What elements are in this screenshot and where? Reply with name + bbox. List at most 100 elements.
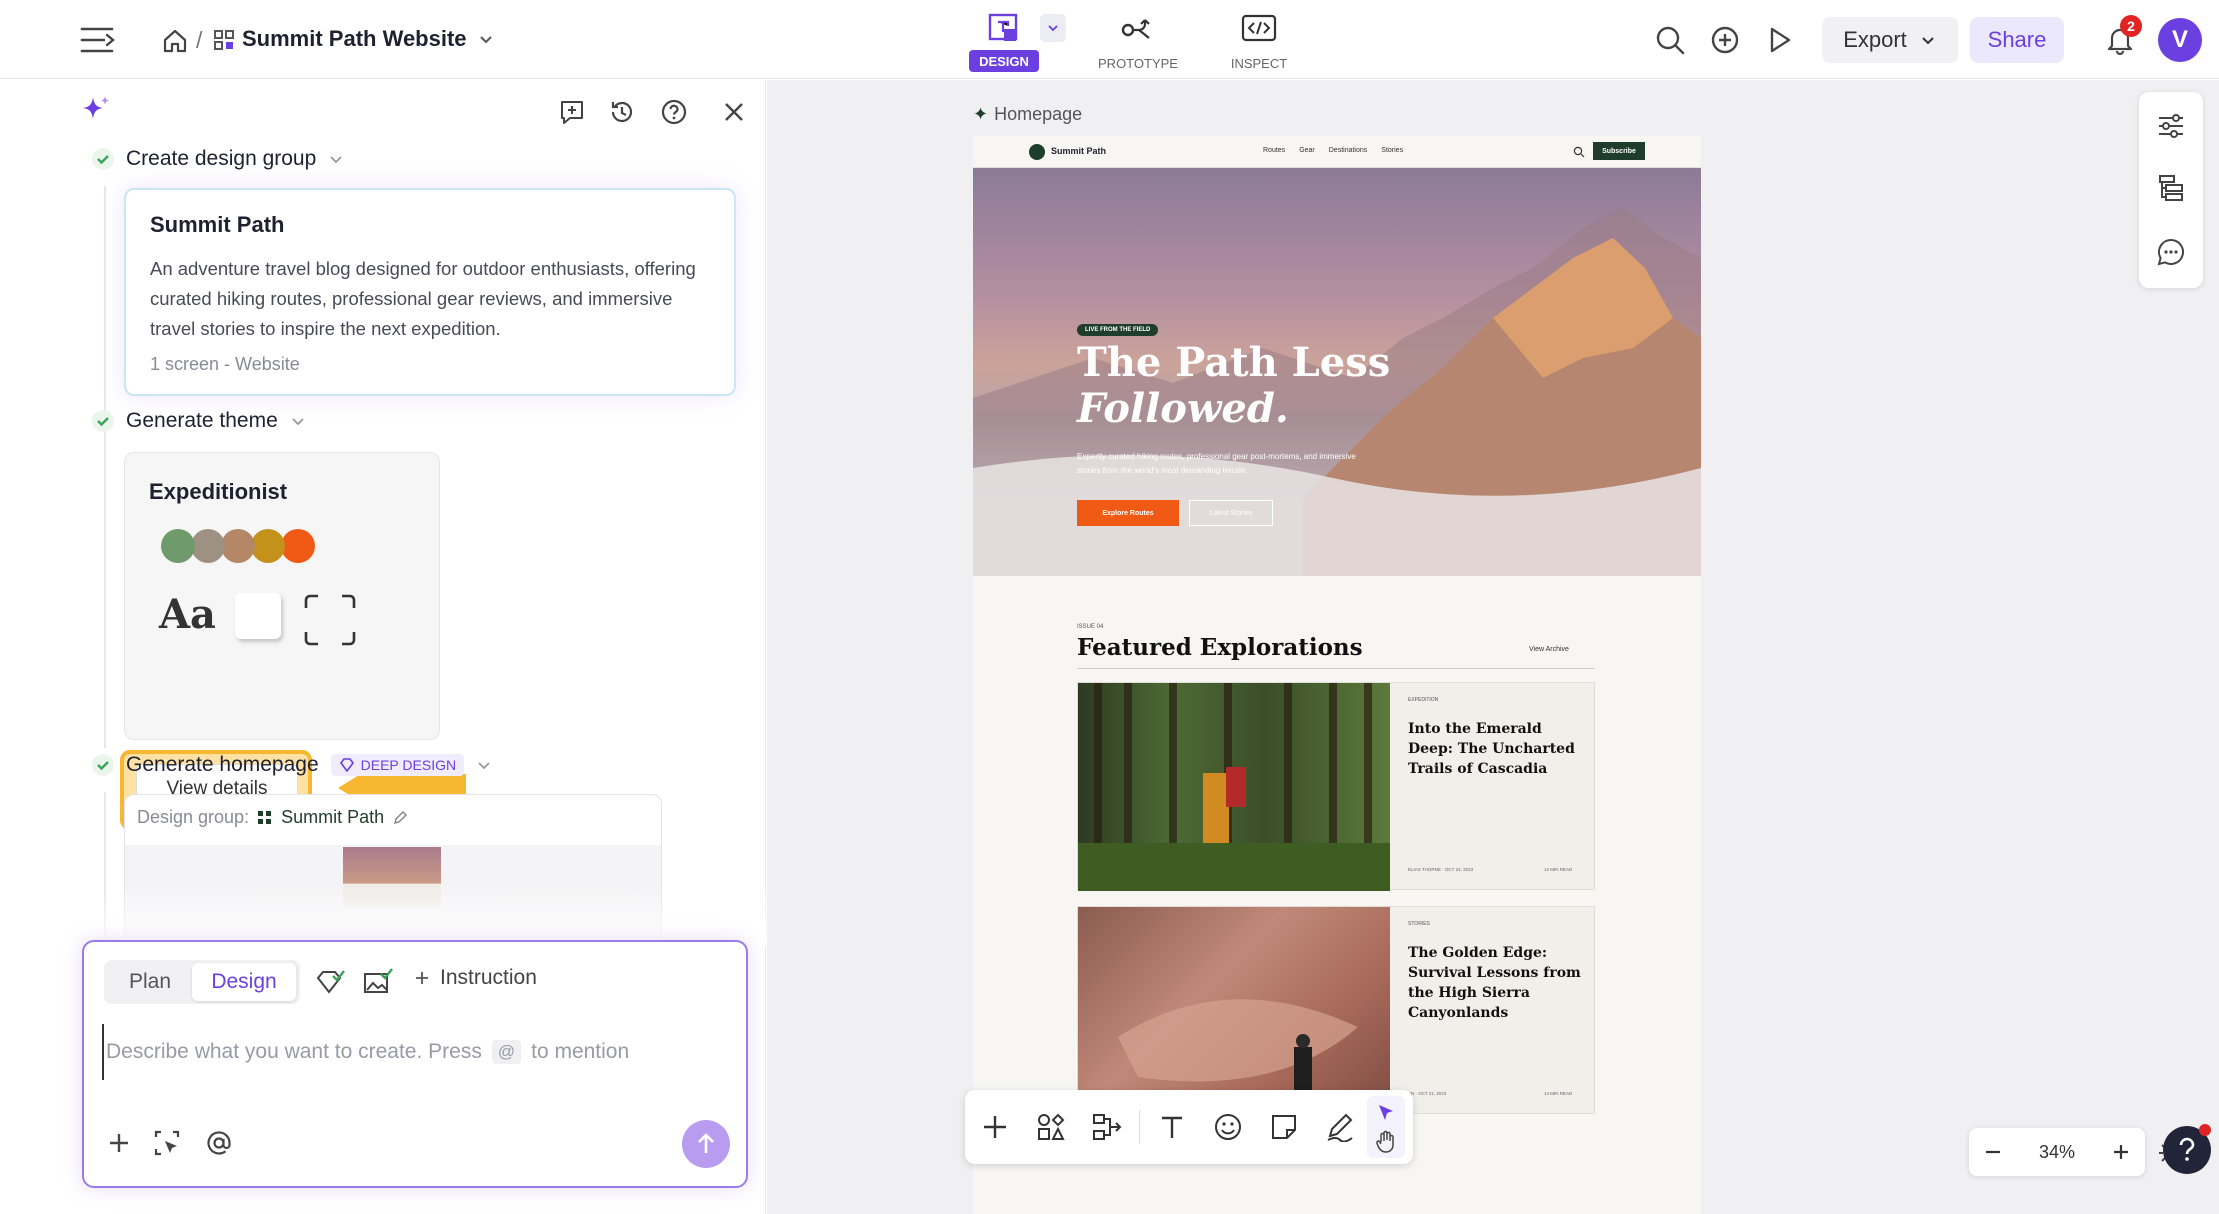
site-nav-link[interactable]: Destinations — [1329, 147, 1368, 154]
at-key-hint: @ — [491, 1040, 522, 1064]
diamond-icon — [339, 758, 354, 772]
new-chat-icon[interactable] — [556, 96, 588, 128]
mention-icon[interactable] — [202, 1126, 236, 1160]
design-group-card[interactable]: Summit Path An adventure travel blog des… — [124, 188, 736, 396]
mode-design-label: DESIGN — [969, 50, 1039, 72]
play-icon[interactable] — [1762, 22, 1798, 58]
design-group-prefix: Design group: — [137, 807, 250, 827]
send-button[interactable] — [682, 1120, 730, 1168]
image-check-icon[interactable] — [362, 966, 394, 998]
zoom-level[interactable]: 34% — [2039, 1142, 2075, 1163]
instruction-button[interactable]: Instruction — [414, 966, 537, 990]
composer: Plan Design Instruction Describe what yo… — [82, 940, 748, 1188]
theme-card[interactable]: Expeditionist Aa — [124, 452, 440, 740]
help-icon[interactable] — [658, 96, 690, 128]
text-tool-icon[interactable] — [1148, 1103, 1196, 1151]
edit-icon[interactable] — [392, 810, 408, 826]
site-subscribe-button[interactable]: Subscribe — [1593, 142, 1645, 160]
view-archive-link[interactable]: View Archive — [1529, 646, 1569, 653]
site-logo-icon — [1029, 144, 1045, 160]
mode-prototype[interactable]: PROTOTYPE — [1090, 8, 1186, 74]
fade-overlay — [0, 886, 766, 946]
design-group-name: Summit Path — [281, 807, 385, 827]
hand-icon[interactable] — [1375, 1130, 1397, 1154]
site-nav-link[interactable]: Gear — [1299, 147, 1315, 154]
article-read-time: 14 MIN READ — [1544, 1091, 1573, 1096]
pointer-icon[interactable] — [1375, 1102, 1397, 1124]
help-alert-dot — [2199, 1124, 2211, 1136]
step-create-group[interactable]: Create design group — [92, 147, 344, 171]
group-meta: 1 screen - Website — [150, 354, 300, 374]
project-selector[interactable]: Summit Path Website — [242, 26, 495, 52]
step-generate-homepage[interactable]: Generate homepage DEEP DESIGN — [92, 753, 492, 777]
article-title: The Golden Edge: Survival Lessons from t… — [1408, 945, 1581, 1021]
export-button[interactable]: Export — [1822, 17, 1958, 63]
close-icon[interactable] — [718, 96, 750, 128]
color-swatches — [161, 529, 315, 563]
sticky-note-icon[interactable] — [1260, 1103, 1308, 1151]
color-swatch — [251, 529, 285, 563]
frame-label[interactable]: ✦ Homepage — [973, 104, 1082, 125]
zoom-in-icon[interactable] — [2111, 1142, 2131, 1162]
pen-icon[interactable] — [1316, 1103, 1364, 1151]
tab-design[interactable]: Design — [192, 963, 296, 1001]
step-label: Generate theme — [126, 409, 278, 432]
design-mode-dropdown[interactable] — [1040, 14, 1066, 42]
step-generate-theme[interactable]: Generate theme — [92, 409, 306, 433]
emoji-icon[interactable] — [1204, 1103, 1252, 1151]
comment-icon[interactable] — [2153, 234, 2189, 270]
home-icon[interactable] — [158, 24, 192, 58]
mode-prototype-label: PROTOTYPE — [1098, 56, 1178, 71]
sparkle-icon — [78, 92, 114, 128]
frame-title: Homepage — [994, 104, 1083, 124]
cta-explore-routes[interactable]: Explore Routes — [1077, 500, 1179, 526]
share-button[interactable]: Share — [1970, 17, 2064, 63]
zoom-out-icon[interactable] — [1983, 1142, 2003, 1162]
hero-title-1: The Path Less — [1077, 339, 1391, 386]
check-icon — [92, 410, 114, 432]
site-nav-link[interactable]: Stories — [1381, 147, 1403, 154]
cta-latest-stories[interactable]: Latest Stories — [1189, 500, 1273, 526]
design-canvas[interactable]: ✦ Homepage Summit Path Routes Gear Destina… — [767, 80, 2219, 1214]
site-nav-links: Routes Gear Destinations Stories — [1263, 147, 1403, 154]
site-nav-link[interactable]: Routes — [1263, 147, 1285, 154]
step-label: Create design group — [126, 147, 317, 170]
right-rail — [2139, 92, 2203, 288]
article-card[interactable]: EXPEDITION Into the Emerald Deep: The Un… — [1077, 682, 1595, 891]
site-search-icon[interactable] — [1573, 146, 1585, 158]
menu-icon[interactable] — [78, 20, 118, 60]
check-icon — [92, 754, 114, 776]
notification-badge: 2 — [2120, 15, 2142, 37]
chevron-down-icon — [479, 36, 492, 44]
article-read-time: 12 MIN READ — [1544, 867, 1573, 872]
gem-check-icon[interactable] — [314, 966, 346, 998]
surface-sample — [235, 593, 281, 639]
adjustments-icon[interactable] — [2153, 108, 2189, 144]
grid-icon — [258, 810, 272, 824]
article-tag: EXPEDITION — [1408, 697, 1439, 703]
prompt-input[interactable]: Describe what you want to create. Press … — [102, 1024, 732, 1080]
homepage-frame[interactable]: Summit Path Routes Gear Destinations Storie… — [973, 136, 1701, 1214]
select-element-icon[interactable] — [150, 1126, 184, 1160]
mode-design[interactable]: DESIGN — [966, 8, 1042, 74]
components-icon[interactable] — [1027, 1103, 1075, 1151]
color-swatch — [221, 529, 255, 563]
placeholder-text-end: to mention — [531, 1040, 630, 1063]
layers-icon[interactable] — [2153, 170, 2189, 206]
featured-title: Featured Explorations — [1077, 634, 1363, 661]
add-icon[interactable] — [971, 1103, 1019, 1151]
badge-label: DEEP DESIGN — [360, 757, 457, 773]
tab-plan[interactable]: Plan — [110, 963, 190, 1001]
article-title: Into the Emerald Deep: The Uncharted Tra… — [1408, 721, 1575, 777]
site-brand[interactable]: Summit Path — [1051, 146, 1106, 156]
history-icon[interactable] — [606, 96, 638, 128]
flow-icon[interactable] — [1083, 1103, 1131, 1151]
add-circle-icon[interactable] — [1707, 22, 1743, 58]
article-card[interactable]: STORIES The Golden Edge: Survival Lesson… — [1077, 906, 1595, 1115]
attach-plus-icon[interactable] — [102, 1126, 136, 1160]
top-bar: / Summit Path Website DESIGN PROTOTYPE I… — [0, 0, 2219, 79]
mode-inspect[interactable]: INSPECT — [1216, 8, 1302, 74]
avatar[interactable]: V — [2158, 18, 2202, 62]
issue-label: ISSUE 04 — [1077, 624, 1104, 630]
search-icon[interactable] — [1652, 22, 1688, 58]
